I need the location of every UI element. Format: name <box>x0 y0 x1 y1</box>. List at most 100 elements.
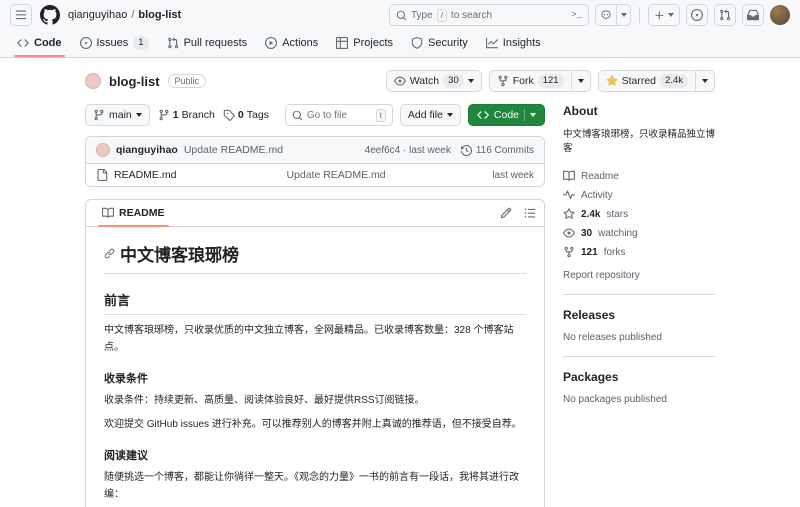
go-to-file-input[interactable] <box>306 109 372 121</box>
chevron-down-icon <box>620 13 627 17</box>
create-new-button[interactable] <box>648 4 680 26</box>
toolbar-right: t Add file Code <box>284 104 545 126</box>
history-icon <box>460 144 472 156</box>
chevron-down-icon <box>577 79 584 83</box>
github-repo-page: qianguyihao / blog-list Type / to search… <box>0 0 800 507</box>
readme-header: README <box>86 200 544 227</box>
tab-label: Issues <box>96 37 129 49</box>
tags-label: Tags <box>246 109 269 121</box>
file-icon <box>97 169 108 181</box>
octocat-mark <box>40 5 60 25</box>
add-file-button[interactable]: Add file <box>399 104 461 126</box>
user-avatar[interactable] <box>770 5 790 25</box>
fork-button[interactable]: Fork 121 <box>488 70 572 92</box>
commits-count-label: 116 Commits <box>475 144 534 156</box>
commit-author-avatar[interactable] <box>96 143 110 157</box>
tab-insights[interactable]: Insights <box>477 30 550 57</box>
readme-title-heading: 中文博客琅琊榜 <box>104 241 526 274</box>
header-actions: Type / to search >_ <box>389 4 790 26</box>
tags-link[interactable]: 0 Tags <box>223 109 269 121</box>
commit-history-link[interactable]: 116 Commits <box>460 144 534 156</box>
code-button-label: Code <box>493 109 519 121</box>
tab-pull-requests[interactable]: Pull requests <box>158 30 257 57</box>
three-bars-icon <box>15 10 27 20</box>
github-logo-icon[interactable] <box>40 5 60 25</box>
breadcrumb-owner[interactable]: qianguyihao <box>68 9 127 21</box>
global-search-input[interactable]: Type / to search >_ <box>389 4 589 26</box>
command-palette-icon[interactable]: >_ <box>571 10 582 20</box>
edit-readme-button[interactable] <box>500 207 512 219</box>
copilot-dropdown-caret[interactable] <box>617 4 631 26</box>
tab-issues[interactable]: Issues 1 <box>71 30 158 57</box>
breadcrumb-repo[interactable]: blog-list <box>138 9 181 21</box>
star-button-group: Starred 2.4k <box>597 70 715 92</box>
search-placeholder-part1: Type <box>411 9 433 21</box>
readme-content: 中文博客琅琊榜 前言 中文博客琅琊榜，只收录优质的中文独立博客，全网最精品。已收… <box>86 227 544 507</box>
watch-button[interactable]: Watch 30 <box>385 70 482 92</box>
commit-author[interactable]: qianguyihao <box>116 144 178 156</box>
sidebar-item-label: forks <box>603 246 626 258</box>
issues-header-button[interactable] <box>686 4 708 26</box>
commit-hash-time[interactable]: 4eef6c4 · last week <box>365 145 451 156</box>
notifications-inbox-button[interactable] <box>742 4 764 26</box>
fork-dropdown-caret[interactable] <box>571 70 591 92</box>
hamburger-menu-button[interactable] <box>10 4 32 26</box>
pencil-icon <box>500 207 512 219</box>
sidebar-item-label: watching <box>598 227 638 239</box>
chevron-down-icon <box>446 113 453 117</box>
git-pull-request-icon <box>720 9 731 21</box>
branch-selector-button[interactable]: main <box>85 104 150 126</box>
chevron-down-icon <box>702 79 708 83</box>
report-repository-link[interactable]: Report repository <box>563 270 715 281</box>
pull-requests-header-button[interactable] <box>714 4 736 26</box>
sidebar-item-activity[interactable]: Activity <box>563 186 715 205</box>
tab-code[interactable]: Code <box>8 30 71 57</box>
repo-owner-avatar[interactable] <box>85 73 101 89</box>
file-commit-message[interactable]: Update README.md <box>286 169 385 181</box>
header-divider <box>639 7 640 23</box>
sidebar-item-forks[interactable]: 121 forks <box>563 243 715 262</box>
current-branch-label: main <box>109 109 132 121</box>
sidebar-item-readme[interactable]: Readme <box>563 167 715 186</box>
sidebar-item-label: Readme <box>581 170 619 182</box>
tab-label: Code <box>34 37 62 49</box>
starred-button[interactable]: Starred 2.4k <box>597 70 696 92</box>
star-dropdown-caret[interactable] <box>696 70 715 92</box>
branches-label: Branch <box>181 109 215 121</box>
tab-label: Actions <box>282 37 319 49</box>
sidebar-item-watching[interactable]: 30 watching <box>563 224 715 243</box>
slash-key-hint: / <box>436 8 447 22</box>
search-placeholder-part2: to search <box>450 9 493 21</box>
copilot-button[interactable] <box>595 4 617 26</box>
graph-icon <box>485 37 498 49</box>
file-row-readme[interactable]: README.md Update README.md last week <box>86 163 544 186</box>
watch-count-badge: 30 <box>443 74 464 88</box>
sidebar-item-stars[interactable]: 2.4k stars <box>563 205 715 224</box>
play-icon <box>265 37 278 49</box>
code-button[interactable]: Code <box>467 104 545 126</box>
branches-link[interactable]: 1 Branch <box>158 109 215 121</box>
eye-icon <box>563 228 575 238</box>
copilot-button-group <box>595 4 631 26</box>
pulse-icon <box>563 190 575 200</box>
sidebar-divider <box>563 293 715 295</box>
tag-icon <box>223 109 235 121</box>
readme-tab[interactable]: README <box>94 200 173 227</box>
commit-message[interactable]: Update README.md <box>184 144 283 156</box>
tab-security[interactable]: Security <box>402 30 477 57</box>
tab-label: Pull requests <box>183 37 248 49</box>
file-name[interactable]: README.md <box>114 169 176 181</box>
link-anchor-icon[interactable] <box>104 248 115 259</box>
plus-icon <box>655 10 664 19</box>
sidebar-item-label: Activity <box>581 189 613 201</box>
repo-title[interactable]: blog-list <box>109 74 160 89</box>
sidebar-item-label: stars <box>606 208 629 220</box>
outline-toc-button[interactable] <box>524 207 536 219</box>
repo-container: blog-list Public Watch 30 Fork 121 Starr… <box>0 58 800 507</box>
tab-projects[interactable]: Projects <box>327 30 402 57</box>
section-heading-preface: 前言 <box>104 290 526 315</box>
tab-actions[interactable]: Actions <box>256 30 327 57</box>
section-heading-reading-advice: 阅读建议 <box>104 450 148 462</box>
git-branch-icon <box>94 109 104 121</box>
watching-count: 30 <box>581 227 593 239</box>
